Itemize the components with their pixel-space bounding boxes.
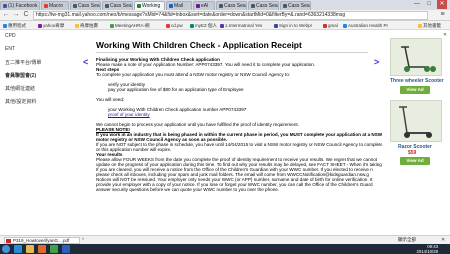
page-icon	[73, 3, 77, 8]
facebook-icon	[3, 3, 7, 8]
word-icon[interactable]	[62, 245, 70, 253]
sidebar-item-members[interactable]: 會員聯盟會(2)	[5, 72, 36, 79]
address-bar: ← → C https://tw-mg31.mail.yahoo.com/neo…	[0, 10, 450, 21]
yahoo-mail-icon	[169, 3, 173, 8]
browser-window: (1) Facebook Macro Cass Sea Cass Sea Wor…	[0, 0, 450, 254]
media-player-icon[interactable]	[38, 245, 46, 253]
sidebar-item-cpd[interactable]: CPD	[5, 33, 16, 39]
bookmark-gmail[interactable]: gmal	[323, 21, 338, 29]
forward-button[interactable]: →	[12, 11, 20, 19]
pdf-icon	[6, 239, 11, 243]
meeting-icon	[110, 23, 114, 28]
maximize-button[interactable]: □	[424, 0, 434, 9]
page-icon	[251, 3, 255, 8]
page-icon	[220, 23, 224, 28]
gmail-icon	[323, 23, 327, 28]
bookmark-apps[interactable]: 應用程式	[3, 21, 26, 29]
bookmark-intermatnnal[interactable]: 1.Intermatnnal Yes	[220, 21, 262, 29]
sidebar-item-platform[interactable]: 五二推平台/傳單	[5, 59, 41, 66]
system-clock[interactable]: 09:43 2014/10/28	[410, 244, 438, 254]
ad-label-three-wheeler[interactable]: Three wheeler Scooter	[390, 78, 444, 84]
next-message-button[interactable]: >	[374, 57, 379, 67]
page-icon	[137, 3, 141, 8]
folder-icon	[418, 23, 422, 28]
tab-cass-sea-1[interactable]: Cass Sea	[70, 1, 101, 10]
tab-facebook[interactable]: (1) Facebook	[0, 1, 40, 10]
auction-icon	[75, 23, 79, 28]
razor-scooter-image[interactable]	[390, 100, 442, 142]
sidebar-item-settings[interactable]: 其他/設定資料	[5, 98, 36, 105]
page-icon	[219, 3, 223, 8]
bookmark-myez[interactable]: myEZ 個人	[190, 21, 217, 29]
download-item[interactable]: P319_HowtoverifyanG....pdf	[4, 237, 80, 244]
bookmark-auction[interactable]: 奇摩拍賣	[75, 21, 98, 29]
tab-cass-sea-5[interactable]: Cass Sea	[280, 1, 311, 10]
tab-strip: (1) Facebook Macro Cass Sea Cass Sea Wor…	[0, 0, 450, 10]
page-title: Working With Children Check - Applicatio…	[96, 40, 302, 50]
tab-eal[interactable]: eAl	[193, 1, 215, 10]
sidebar-item-ent[interactable]: ENT	[5, 46, 15, 52]
bookmark-australian-health[interactable]: Australian Health Pr	[343, 21, 388, 29]
tab-working[interactable]: Working	[134, 1, 165, 10]
attend-registry-line: To complete your application you must at…	[96, 72, 291, 77]
application-number-line: Please make a note of your Application N…	[96, 62, 316, 67]
three-wheeler-scooter-icon	[391, 39, 441, 75]
start-button-icon[interactable]	[2, 245, 10, 253]
title-divider	[96, 52, 368, 53]
bookmark-webpr[interactable]: Sign in to Webpr	[274, 21, 312, 29]
bookmark-other[interactable]: 其他書籤	[418, 21, 441, 29]
sidebar-item-links[interactable]: 其他網址連結	[5, 85, 35, 92]
page-icon	[196, 3, 200, 8]
file-explorer-icon[interactable]	[26, 245, 34, 253]
tab-macro[interactable]: Macro	[41, 1, 69, 10]
message-body: Working With Children Check - Applicatio…	[82, 30, 383, 235]
bookmark-meeting[interactable]: MeetingAHRA-網	[110, 21, 150, 29]
url-input[interactable]: https://tw-mg31.mail.yahoo.com/neo/b/mes…	[33, 11, 428, 20]
proof-of-identity-link[interactable]: proof of your identity	[108, 112, 150, 117]
page-icon	[190, 23, 194, 28]
results-line-7: answer security questions before we can …	[96, 187, 280, 192]
ad-price: $59	[408, 150, 417, 156]
download-bar: P319_HowtoverifyanG....pdf ^ 顯示全部 ✕	[0, 235, 450, 244]
page-icon	[105, 3, 109, 8]
internet-explorer-icon[interactable]	[14, 245, 22, 253]
close-download-bar-icon[interactable]: ✕	[441, 237, 445, 243]
page-icon	[283, 3, 287, 8]
view-ad-button-2[interactable]: View Ad	[400, 157, 430, 165]
page-icon	[166, 23, 170, 28]
tab-mail[interactable]: Mail	[166, 1, 192, 10]
gmail-icon	[44, 3, 48, 8]
close-window-button[interactable]: ✕	[437, 0, 447, 9]
yahoo-icon	[38, 23, 42, 28]
download-menu-icon[interactable]: ^	[82, 237, 84, 242]
page-icon	[274, 23, 278, 28]
tab-cass-sea-2[interactable]: Cass Sea	[102, 1, 133, 10]
scooter-image[interactable]	[390, 38, 442, 76]
apps-icon	[3, 23, 7, 28]
tab-cass-sea-4[interactable]: Cass Sea	[248, 1, 279, 10]
previous-message-button[interactable]: <	[83, 57, 88, 67]
razor-scooter-icon	[391, 101, 441, 141]
browser-menu-button[interactable]: ≡	[438, 11, 447, 19]
bullet-pay-fee: pay your application fee of $80 for an a…	[108, 87, 244, 92]
show-all-downloads-link[interactable]: 顯示全部	[398, 237, 416, 243]
bookmarks-bar: 應用程式 yahoo奇摩 奇摩拍賣 MeetingAHRA-網 cd.pw my…	[0, 21, 450, 30]
bookmark-yahoo[interactable]: yahoo奇摩	[38, 21, 64, 29]
back-button[interactable]: ←	[2, 11, 10, 19]
mail-sidebar: CPD ENT 五二推平台/傳單 會員聯盟會(2) 其他網址連結 其他/設定資料	[0, 30, 82, 235]
you-will-need-line: You will need:	[96, 97, 125, 102]
page-icon	[343, 23, 347, 28]
taskbar: 09:43 2014/10/28	[0, 244, 450, 254]
bookmark-cdpw[interactable]: cd.pw	[166, 21, 183, 29]
minimize-button[interactable]: —	[412, 0, 422, 9]
view-ad-button-1[interactable]: View Ad	[400, 86, 430, 94]
ad-close-icon[interactable]: ✕	[442, 32, 448, 38]
reload-button[interactable]: C	[22, 11, 30, 19]
ad-pane: ✕ Three wheeler Scooter View Ad Razor Sc…	[382, 30, 450, 235]
tab-cass-sea-3[interactable]: Cass Sea	[216, 1, 247, 10]
chrome-icon[interactable]	[50, 245, 58, 253]
